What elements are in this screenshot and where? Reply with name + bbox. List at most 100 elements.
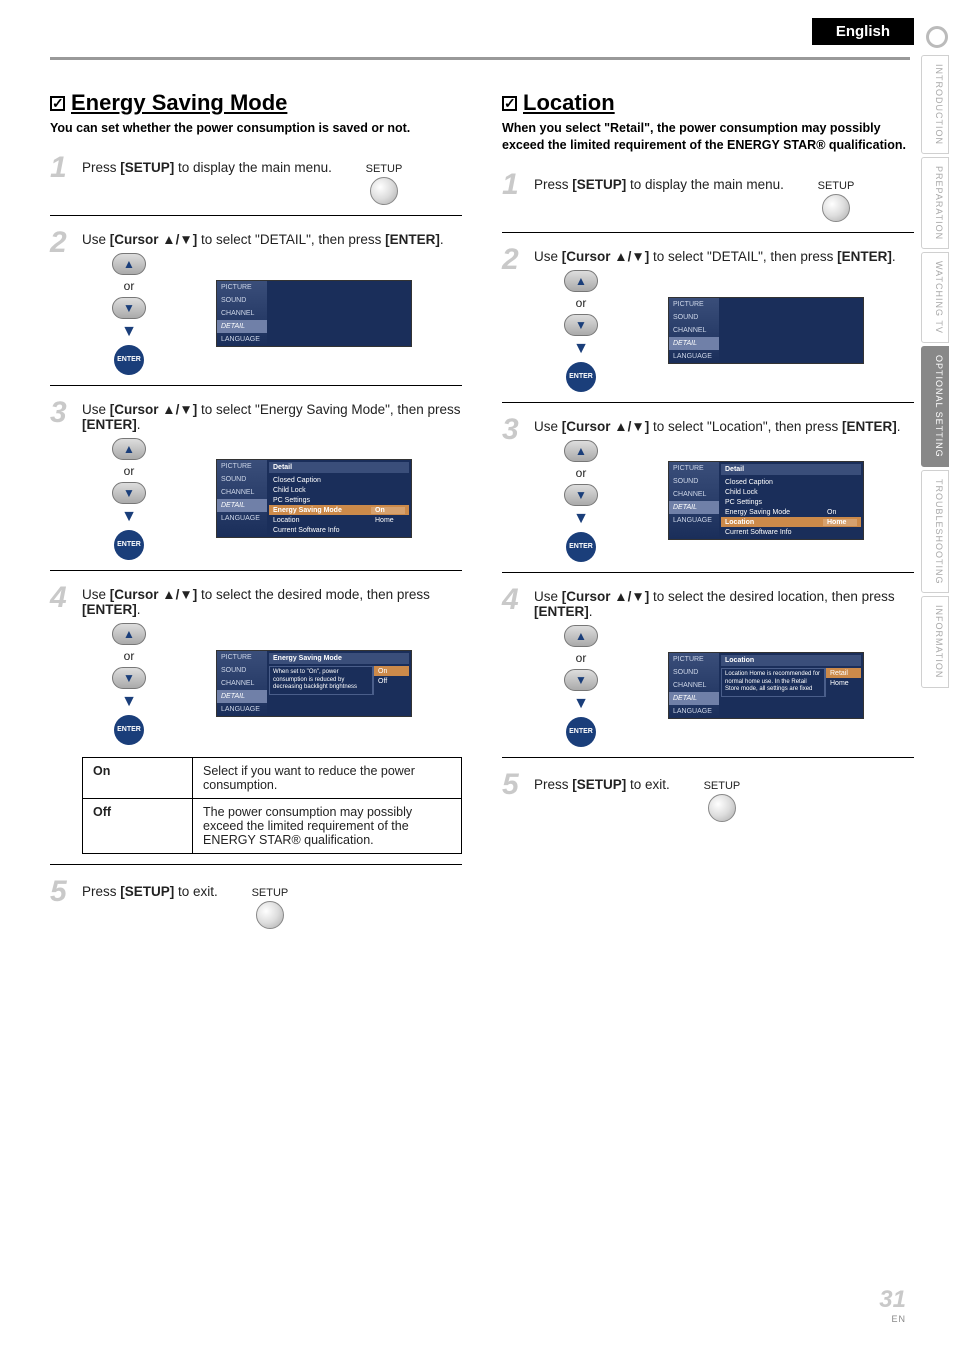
or-label: or	[124, 649, 135, 663]
tab-information: INFORMATION	[921, 596, 949, 687]
enter-button-icon: ENTER	[114, 345, 144, 375]
top-bar: English	[50, 18, 914, 45]
content-columns: ✓ Energy Saving Mode You can set whether…	[50, 90, 914, 939]
setup-button-diagram: SETUP	[818, 180, 855, 222]
step-5-left: 5 Press [SETUP] to exit. SETUP	[50, 879, 462, 929]
remote-osd-diagram: ▲ or ▼ ▼ ENTER PICTURESOUNDCHANNELDETAIL…	[112, 623, 462, 745]
cursor-down-icon: ▼	[112, 667, 146, 689]
cursor-down-icon: ▼	[564, 669, 598, 691]
step-number: 1	[50, 155, 72, 205]
step-divider	[50, 570, 462, 571]
or-label: or	[576, 651, 587, 665]
cursor-buttons-diagram: ▲ or ▼ ▼ ENTER	[564, 440, 598, 562]
arrow-down-icon: ▼	[573, 695, 589, 713]
tab-introduction: INTRODUCTION	[921, 55, 949, 154]
osd-energy-saving-menu: PICTURESOUNDCHANNELDETAILLANGUAGE Energy…	[216, 650, 412, 717]
step-3-left: 3 Use [Cursor ▲/▼] to select "Energy Sav…	[50, 400, 462, 560]
osd-main-menu: PICTURESOUNDCHANNELDETAILLANGUAGE	[668, 297, 864, 364]
remote-osd-diagram: ▲ or ▼ ▼ ENTER PICTURESOUNDCHANNELDETAIL…	[564, 625, 914, 747]
table-row: OnSelect if you want to reduce the power…	[83, 757, 462, 798]
tab-optional-setting: OPTIONAL SETTING	[921, 346, 949, 467]
section-title-energy: Energy Saving Mode	[71, 90, 287, 116]
page-code: EN	[879, 1314, 906, 1324]
enter-button-icon: ENTER	[566, 532, 596, 562]
step-number: 3	[502, 417, 524, 562]
step-divider	[50, 385, 462, 386]
arrow-down-icon: ▼	[121, 508, 137, 526]
osd-main-menu: PICTURE SOUND CHANNEL DETAIL LANGUAGE	[216, 280, 412, 347]
step-number: 2	[502, 247, 524, 392]
remote-osd-diagram: ▲ or ▼ ▼ ENTER PICTURE SOUND CHA	[112, 253, 462, 375]
tab-watching-tv: WATCHING TV	[921, 252, 949, 343]
or-label: or	[124, 464, 135, 478]
setup-button-icon	[822, 194, 850, 222]
step-text: Use [Cursor ▲/▼] to select the desired m…	[82, 585, 462, 854]
step-text: Press [SETUP] to exit. SETUP	[534, 772, 914, 822]
step-text: Use [Cursor ▲/▼] to select the desired l…	[534, 587, 914, 747]
setup-button-icon	[256, 901, 284, 929]
cursor-down-icon: ▼	[564, 314, 598, 336]
cursor-up-icon: ▲	[112, 623, 146, 645]
step-4-left: 4 Use [Cursor ▲/▼] to select the desired…	[50, 585, 462, 854]
section-subtitle-location: When you select "Retail", the power cons…	[502, 120, 914, 154]
step-1-right: 1 Press [SETUP] to display the main menu…	[502, 172, 914, 222]
manual-page: English INTRODUCTION PREPARATION WATCHIN…	[0, 0, 954, 1348]
or-label: or	[576, 296, 587, 310]
step-divider	[50, 864, 462, 865]
cursor-buttons-diagram: ▲ or ▼ ▼ ENTER	[112, 438, 146, 560]
step-2-right: 2 Use [Cursor ▲/▼] to select "DETAIL", t…	[502, 247, 914, 392]
step-5-right: 5 Press [SETUP] to exit. SETUP	[502, 772, 914, 822]
table-row: OffThe power consumption may possibly ex…	[83, 798, 462, 853]
right-column: ✓ Location When you select "Retail", the…	[502, 90, 914, 939]
step-divider	[502, 757, 914, 758]
cursor-up-icon: ▲	[112, 253, 146, 275]
cursor-buttons-diagram: ▲ or ▼ ▼ ENTER	[112, 253, 146, 375]
cursor-buttons-diagram: ▲ or ▼ ▼ ENTER	[564, 625, 598, 747]
step-3-right: 3 Use [Cursor ▲/▼] to select "Location",…	[502, 417, 914, 562]
cursor-up-icon: ▲	[564, 270, 598, 292]
enter-button-icon: ENTER	[114, 530, 144, 560]
step-number: 5	[502, 772, 524, 822]
arrow-down-icon: ▼	[573, 510, 589, 528]
step-number: 4	[50, 585, 72, 854]
step-text: Use [Cursor ▲/▼] to select "DETAIL", the…	[534, 247, 914, 392]
step-1-left: 1 Press [SETUP] to display the main menu…	[50, 155, 462, 205]
page-number: 31	[879, 1286, 906, 1314]
section-index-tabs: INTRODUCTION PREPARATION WATCHING TV OPT…	[921, 55, 949, 688]
step-2-left: 2 Use [Cursor ▲/▼] to select "DETAIL", t…	[50, 230, 462, 375]
arrow-down-icon: ▼	[121, 693, 137, 711]
step-number: 5	[50, 879, 72, 929]
step-divider	[502, 572, 914, 573]
remote-osd-diagram: ▲ or ▼ ▼ ENTER PICTURESOUNDCHANNELDETAIL…	[564, 440, 914, 562]
arrow-down-icon: ▼	[573, 340, 589, 358]
remote-osd-diagram: ▲ or ▼ ▼ ENTER PICTURESOUNDCHANNELDETAIL…	[564, 270, 914, 392]
step-number: 2	[50, 230, 72, 375]
setup-button-diagram: SETUP	[366, 163, 403, 205]
checkbox-icon: ✓	[502, 96, 517, 111]
language-tab: English	[812, 18, 914, 45]
enter-button-icon: ENTER	[114, 715, 144, 745]
cursor-buttons-diagram: ▲ or ▼ ▼ ENTER	[564, 270, 598, 392]
or-label: or	[124, 279, 135, 293]
section-subtitle-energy: You can set whether the power consumptio…	[50, 120, 462, 137]
setup-button-diagram: SETUP	[252, 887, 289, 929]
remote-osd-diagram: ▲ or ▼ ▼ ENTER PICTURESOUNDCHANNELDETAIL…	[112, 438, 462, 560]
enter-button-icon: ENTER	[566, 362, 596, 392]
step-text: Press [SETUP] to exit. SETUP	[82, 879, 462, 929]
osd-detail-menu: PICTURESOUNDCHANNELDETAILLANGUAGE Detail…	[668, 461, 864, 540]
step-number: 1	[502, 172, 524, 222]
cursor-up-icon: ▲	[564, 440, 598, 462]
setup-button-icon	[708, 794, 736, 822]
enter-button-icon: ENTER	[566, 717, 596, 747]
section-title-location: Location	[523, 90, 615, 116]
page-footer: 31 EN	[879, 1286, 906, 1324]
step-text: Use [Cursor ▲/▼] to select "DETAIL", the…	[82, 230, 462, 375]
cursor-up-icon: ▲	[112, 438, 146, 460]
step-text: Use [Cursor ▲/▼] to select "Location", t…	[534, 417, 914, 562]
cursor-down-icon: ▼	[564, 484, 598, 506]
arrow-down-icon: ▼	[121, 323, 137, 341]
or-label: or	[576, 466, 587, 480]
top-divider	[50, 57, 910, 60]
setup-button-diagram: SETUP	[704, 780, 741, 822]
tab-preparation: PREPARATION	[921, 157, 949, 249]
